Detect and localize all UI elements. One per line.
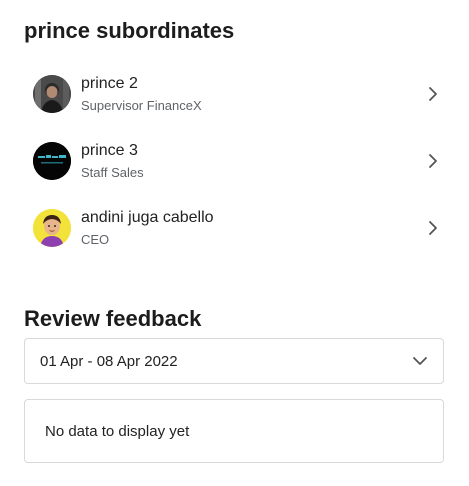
- subordinates-list: prince 2 Supervisor FinanceX prince 3 St…: [24, 60, 444, 261]
- chevron-right-icon: [429, 86, 437, 101]
- period-select-value: 01 Apr - 08 Apr 2022: [40, 352, 178, 370]
- empty-state-message: No data to display yet: [45, 422, 190, 440]
- person-photo-icon: [33, 74, 71, 113]
- subordinates-title: prince subordinates: [24, 18, 235, 43]
- subordinate-role: Staff Sales: [81, 164, 144, 180]
- subordinate-row-1[interactable]: prince 2 Supervisor FinanceX: [24, 60, 444, 127]
- dark-logo-icon: [33, 141, 71, 180]
- subordinate-name: andini juga cabello: [81, 208, 214, 226]
- subordinate-row-3[interactable]: andini juga cabello CEO: [24, 194, 444, 261]
- review-feedback-title: Review feedback: [24, 306, 202, 331]
- period-select[interactable]: 01 Apr - 08 Apr 2022: [24, 338, 444, 384]
- cartoon-person-icon: [33, 208, 71, 247]
- subordinate-name: prince 3: [81, 141, 138, 159]
- review-empty-state: No data to display yet: [24, 399, 444, 463]
- chevron-down-icon: [413, 357, 427, 365]
- subordinate-text: andini juga cabello CEO: [81, 208, 424, 248]
- subordinate-text: prince 2 Supervisor FinanceX: [81, 74, 424, 114]
- page: prince subordinates prince 2 Supervisor …: [0, 0, 469, 486]
- avatar: [33, 74, 71, 113]
- avatar: [33, 141, 71, 180]
- subordinate-role: Supervisor FinanceX: [81, 97, 202, 113]
- avatar: [33, 208, 71, 247]
- chevron-right-icon: [429, 153, 437, 168]
- subordinate-name: prince 2: [81, 74, 138, 92]
- subordinate-text: prince 3 Staff Sales: [81, 141, 424, 181]
- chevron-right-icon: [429, 220, 437, 235]
- subordinate-row-2[interactable]: prince 3 Staff Sales: [24, 127, 444, 194]
- subordinate-role: CEO: [81, 231, 110, 247]
